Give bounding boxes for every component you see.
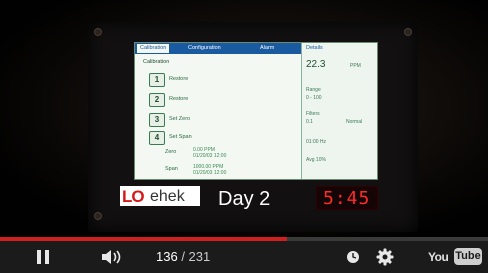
screen-tab-bar: Calibration Configuration Alarm [135,43,301,54]
step-label: Restore [169,76,189,82]
reading-unit: PPM [350,63,361,69]
video-frame[interactable]: Calibration Configuration Alarm Calibrat… [0,0,488,237]
step-label: Set Span [169,134,192,140]
details-panel: Details 22.3 PPM Range 0 - 100 Filters 0… [301,43,377,179]
filters-value: 0.1 [306,119,313,125]
watch-later-icon[interactable] [346,250,360,264]
span-date: 01/20/03 12:00 [193,170,227,176]
screen-tab-configuration: Configuration [188,45,221,51]
range-label: Range [306,87,321,93]
range-value: 0 - 100 [306,95,322,101]
screw-icon [404,28,412,36]
time-separator: / [177,249,189,264]
screw-icon [94,28,102,36]
logo-rest-text: ehek [150,188,185,205]
frequency-value: 01:00 Hz [306,139,327,145]
pause-icon[interactable] [36,250,50,264]
reading-value: 22.3 [306,59,326,70]
step-label: Set Zero [169,116,191,122]
step-label: Restore [169,96,189,102]
day-caption: Day 2 [218,188,271,210]
filters-label: Filters [306,111,320,117]
video-player[interactable]: Calibration Configuration Alarm Calibrat… [0,0,488,273]
filters-mode: Normal [346,119,363,125]
control-bar: 136 / 231 You Tube [0,241,488,273]
current-time: 136 [156,249,178,264]
device-screen: Calibration Configuration Alarm Calibrat… [134,42,378,180]
duration: 231 [188,249,211,264]
step-number: 2 [149,93,165,107]
span-label: Span [165,166,178,172]
lotek-logo: LO ehek [120,186,200,206]
youtube-tube-text: Tube [454,248,482,265]
step-number: 3 [149,113,165,127]
zero-label: Zero [165,149,177,155]
step-number: 4 [149,131,165,145]
youtube-you-text: You [428,250,449,264]
screen-tab-calibration: Calibration [137,44,170,53]
clock-time: 5:45 [323,188,371,209]
step-number: 1 [149,73,165,87]
time-display: 136 / 231 [156,249,210,264]
calibration-title: Calibration [143,59,170,65]
logo-lo-text: LO [122,187,145,206]
zero-date: 01/20/03 12:00 [193,153,227,159]
details-title: Details [306,45,323,51]
gear-icon[interactable] [376,248,394,266]
volume-icon[interactable] [100,249,124,265]
average-value: Avg 10% [306,157,326,163]
screen-tab-alarm: Alarm [260,45,275,51]
screw-icon [94,212,102,220]
digital-clock: 5:45 [316,186,378,210]
